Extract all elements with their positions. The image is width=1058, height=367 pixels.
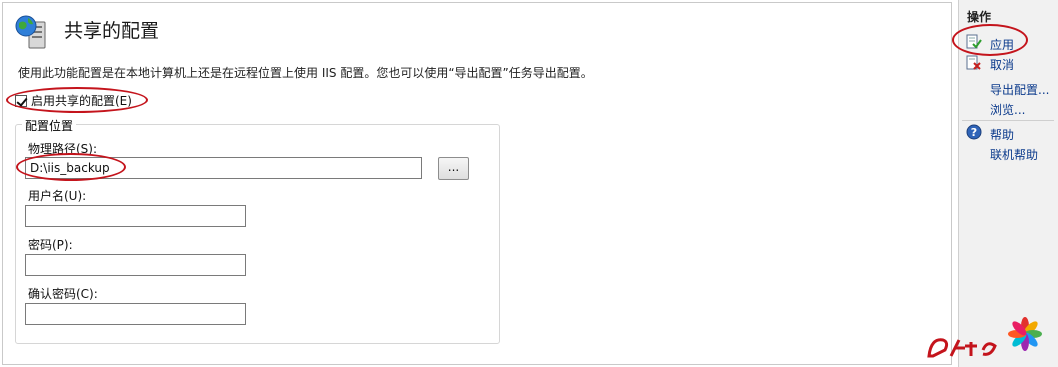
cancel-action[interactable]: 取消: [990, 56, 1014, 73]
help-icon[interactable]: ?: [966, 124, 982, 140]
confirm-password-label: 确认密码(C):: [28, 287, 98, 301]
help-action[interactable]: 帮助: [990, 126, 1014, 143]
browse-action[interactable]: 浏览...: [990, 101, 1025, 118]
physical-path-label: 物理路径(S):: [28, 142, 98, 156]
page-description: 使用此功能配置是在本地计算机上还是在远程位置上使用 IIS 配置。您也可以使用“…: [18, 66, 593, 80]
watermark-logo: [927, 317, 1042, 358]
svg-text:?: ?: [971, 126, 977, 139]
apply-action[interactable]: 应用: [990, 36, 1014, 53]
username-input[interactable]: [25, 205, 246, 227]
actions-separator: [962, 120, 1054, 121]
password-label: 密码(P):: [28, 238, 73, 252]
export-config-action[interactable]: 导出配置...: [990, 81, 1049, 98]
checkbox-checked-icon[interactable]: [15, 94, 27, 107]
config-location-title: 配置位置: [22, 117, 77, 134]
enable-shared-config-label: 启用共享的配置(E): [31, 94, 132, 108]
username-label: 用户名(U):: [28, 189, 87, 203]
actions-pane-title: 操作: [967, 10, 992, 24]
apply-check-icon[interactable]: [966, 34, 982, 50]
online-help-action[interactable]: 联机帮助: [990, 146, 1038, 163]
cancel-x-icon[interactable]: [966, 55, 982, 71]
password-input[interactable]: [25, 254, 246, 276]
browse-path-button[interactable]: ...: [438, 157, 469, 180]
physical-path-input[interactable]: [25, 157, 422, 179]
page-title: 共享的配置: [64, 20, 160, 42]
globe-server-icon: [15, 15, 46, 49]
enable-shared-config-checkbox[interactable]: 启用共享的配置(E): [15, 92, 132, 109]
confirm-password-input[interactable]: [25, 303, 246, 325]
